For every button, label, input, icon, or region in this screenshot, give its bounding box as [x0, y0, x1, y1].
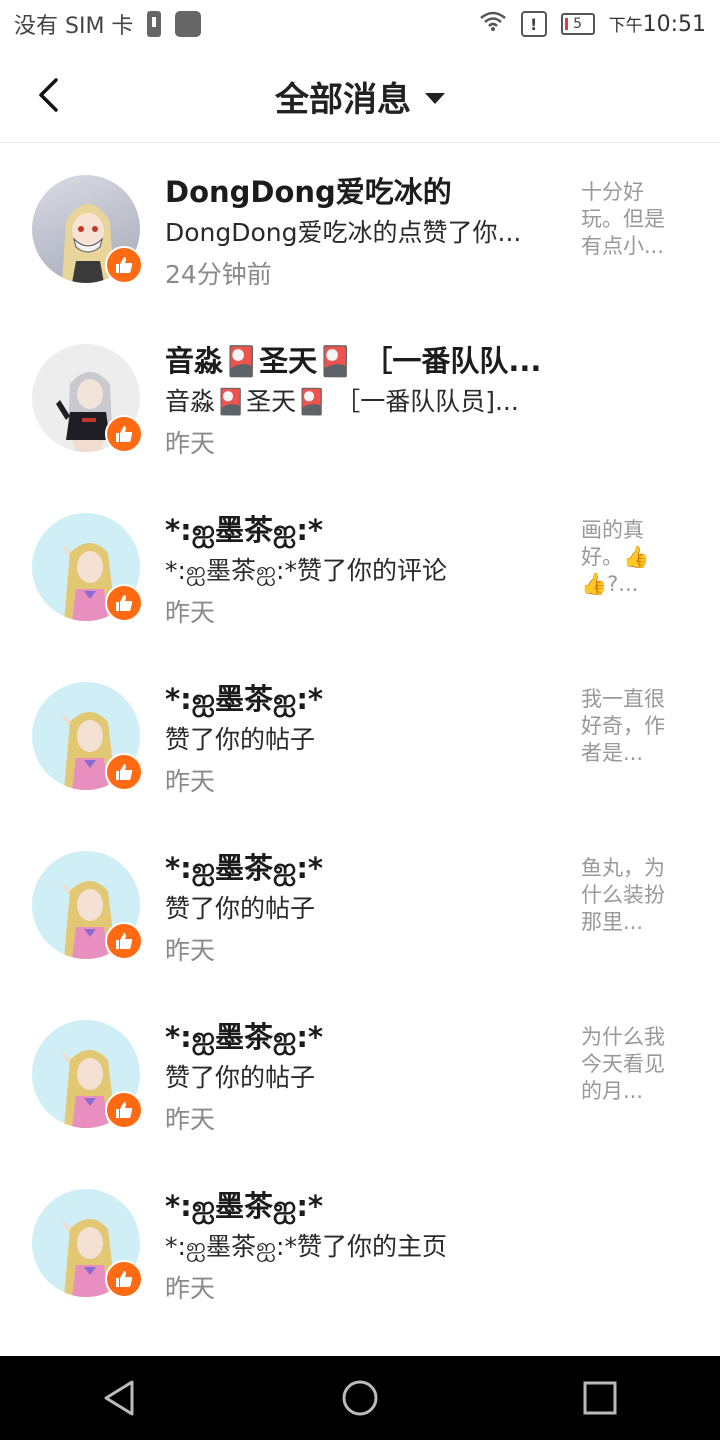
message-text: 赞了你的帖子	[165, 1063, 316, 1092]
message-list: DongDong爱吃冰的 DongDong爱吃冰的点赞了你... 24分钟前 十…	[0, 143, 720, 1326]
clock: 下午10:51	[609, 11, 706, 37]
sender-name: DongDong爱吃冰的	[165, 175, 452, 209]
app-notification-icon	[175, 11, 202, 37]
carrier-text: 没有 SIM 卡	[14, 14, 134, 39]
message-item[interactable]: *:ஐ墨茶ஐ:* 赞了你的帖子 昨天 鱼丸，为什么装扮那里...	[0, 819, 720, 988]
alert-icon: !	[520, 11, 547, 37]
message-time: 昨天	[165, 767, 216, 796]
status-bar: 没有 SIM 卡 ! 5 下午10:51	[0, 0, 720, 48]
nav-back-button[interactable]	[80, 1356, 160, 1440]
thumbs-up-icon	[116, 257, 133, 273]
message-item[interactable]: *:ஐ墨茶ஐ:* 赞了你的帖子 昨天 为什么我今天看见的月...	[0, 988, 720, 1157]
message-item[interactable]: *:ஐ墨茶ஐ:* *:ஐ墨茶ஐ:*赞了你的主页 昨天	[0, 1157, 720, 1326]
circle-home-icon	[342, 1380, 378, 1416]
message-text: *:ஐ墨茶ஐ:*赞了你的主页	[165, 1232, 447, 1261]
thumbs-up-icon	[116, 595, 133, 611]
message-text: *:ஐ墨茶ஐ:*赞了你的评论	[165, 556, 447, 585]
sender-name: *:ஐ墨茶ஐ:*	[165, 513, 324, 547]
message-text: 赞了你的帖子	[165, 894, 316, 923]
message-text: 赞了你的帖子	[165, 725, 316, 754]
caret-down-icon	[425, 93, 445, 104]
thumbs-up-icon	[116, 1271, 133, 1287]
content-preview[interactable]: 十分好玩。但是有点小...	[581, 179, 677, 260]
sender-name: 音淼🎴圣天🎴 ［一番队队...	[165, 344, 542, 378]
triangle-back-icon	[104, 1380, 134, 1416]
like-badge	[105, 1091, 143, 1129]
time-prefix: 下午	[608, 16, 643, 36]
like-badge	[105, 246, 143, 284]
content-preview[interactable]: 鱼丸，为什么装扮那里...	[581, 855, 677, 936]
like-badge	[105, 584, 143, 622]
message-time: 昨天	[165, 1274, 216, 1303]
sender-name: *:ஐ墨茶ஐ:*	[165, 682, 324, 716]
sender-name: *:ஐ墨茶ஐ:*	[165, 1020, 324, 1054]
message-item[interactable]: *:ஐ墨茶ஐ:* 赞了你的帖子 昨天 我一直很好奇，作者是...	[0, 650, 720, 819]
status-right: ! 5 下午10:51	[479, 10, 706, 38]
like-badge	[105, 753, 143, 791]
like-badge	[105, 415, 143, 453]
thumbs-up-icon	[116, 764, 133, 780]
message-item[interactable]: 音淼🎴圣天🎴 ［一番队队... 音淼🎴圣天🎴 ［一番队队员]... 昨天	[0, 312, 720, 481]
message-item[interactable]: *:ஐ墨茶ஐ:* *:ஐ墨茶ஐ:*赞了你的评论 昨天 画的真好。👍👍?...	[0, 481, 720, 650]
content-preview[interactable]: 我一直很好奇，作者是...	[581, 686, 677, 767]
sender-name: *:ஐ墨茶ஐ:*	[165, 1189, 324, 1223]
content-preview[interactable]: 画的真好。👍👍?...	[581, 517, 677, 598]
battery-icon: 5	[560, 13, 595, 35]
message-item[interactable]: DongDong爱吃冰的 DongDong爱吃冰的点赞了你... 24分钟前 十…	[0, 143, 720, 312]
message-text: DongDong爱吃冰的点赞了你...	[165, 218, 522, 247]
page-title: 全部消息	[275, 80, 411, 120]
battery-level: 5	[573, 16, 583, 32]
like-badge	[105, 1260, 143, 1298]
message-time: 昨天	[165, 598, 216, 627]
nav-recents-button[interactable]	[560, 1356, 640, 1440]
wifi-icon	[479, 10, 507, 38]
content-preview[interactable]: 为什么我今天看见的月...	[581, 1024, 677, 1105]
sender-name: *:ஐ墨茶ஐ:*	[165, 851, 324, 885]
header: 全部消息	[0, 48, 720, 143]
message-time: 昨天	[165, 1105, 216, 1134]
square-recents-icon	[583, 1381, 617, 1415]
status-left: 没有 SIM 卡	[14, 8, 202, 40]
message-time: 昨天	[165, 936, 216, 965]
thumbs-up-icon	[116, 933, 133, 949]
title-dropdown[interactable]: 全部消息	[0, 72, 720, 121]
time-value: 10:51	[642, 12, 706, 37]
thumbs-up-icon	[116, 1102, 133, 1118]
like-badge	[105, 922, 143, 960]
battery-alert-icon	[147, 11, 162, 37]
nav-home-button[interactable]	[320, 1356, 400, 1440]
message-time: 24分钟前	[165, 260, 272, 289]
system-nav-bar	[0, 1356, 720, 1440]
thumbs-up-icon	[116, 426, 133, 442]
message-text: 音淼🎴圣天🎴 ［一番队队员]...	[165, 387, 519, 416]
message-time: 昨天	[165, 429, 216, 458]
